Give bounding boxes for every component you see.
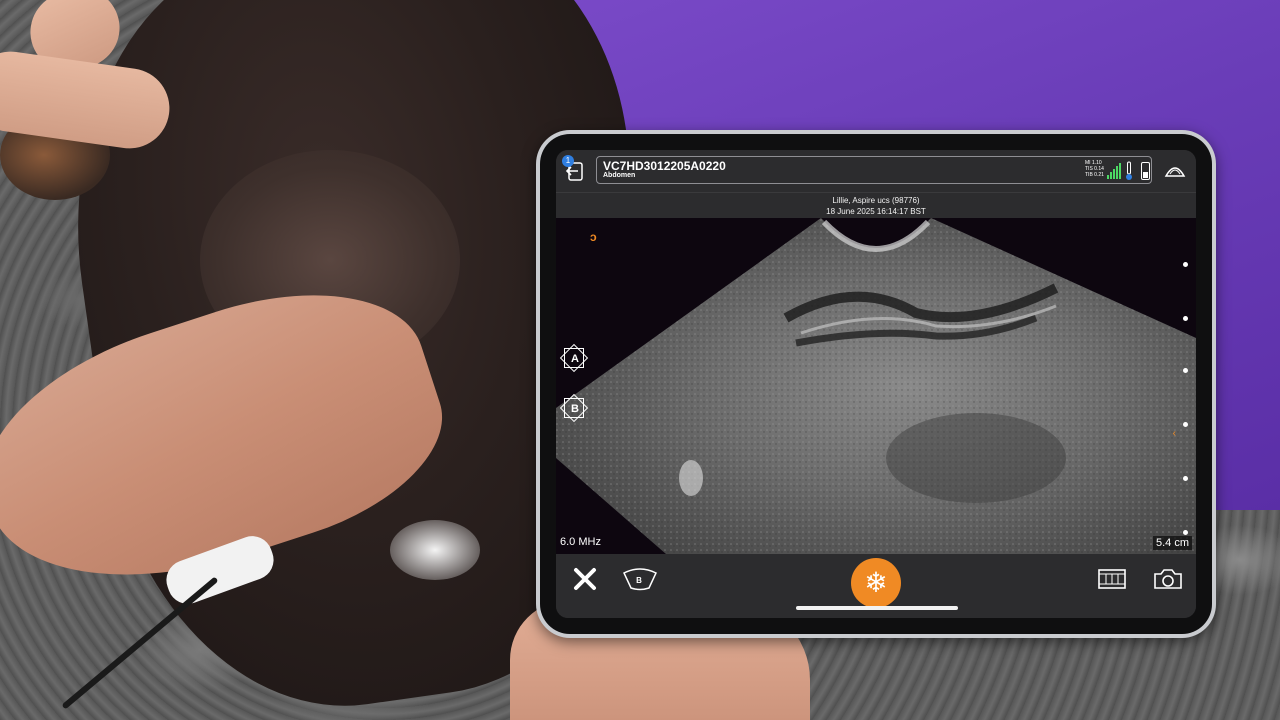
patient-name: Lillie, Aspire ucs (98776) bbox=[832, 196, 920, 205]
signal-bars-icon bbox=[1107, 163, 1121, 179]
home-indicator[interactable] bbox=[796, 606, 958, 610]
exam-title-box[interactable]: VC7HD3012205A0220 Abdomen MI 1.10 TIS 0.… bbox=[596, 156, 1152, 184]
battery-icon bbox=[1141, 162, 1150, 180]
snowflake-icon: ❄ bbox=[864, 567, 888, 598]
side-button-b-label: B bbox=[571, 403, 579, 415]
probe-select-button[interactable] bbox=[1162, 158, 1188, 184]
b-mode-button[interactable]: B bbox=[620, 564, 660, 594]
ultrasound-app-screen: 1 VC7HD3012205A0220 Abdomen MI 1.10 TIS … bbox=[556, 150, 1196, 618]
side-button-a[interactable]: A bbox=[562, 346, 588, 372]
probe-icon bbox=[1164, 167, 1186, 177]
tib-index: TIB 0.21 bbox=[1085, 172, 1104, 178]
bottom-toolbar: B ❄ bbox=[556, 554, 1196, 618]
depth-label: 5.4 cm bbox=[1152, 536, 1192, 550]
frequency-label: 6.0 MHz bbox=[560, 536, 601, 548]
ultrasound-image[interactable]: ↄ A B ‹ 6.0 MHz 5.4 cm bbox=[556, 218, 1196, 554]
depth-scale-dot bbox=[1183, 422, 1188, 427]
b-mode-label: B bbox=[636, 576, 642, 585]
freeze-button[interactable]: ❄ bbox=[851, 558, 901, 608]
thermometer-icon bbox=[1125, 161, 1133, 181]
exam-preset: Abdomen bbox=[603, 172, 636, 179]
depth-scale-dot bbox=[1183, 316, 1188, 321]
notification-badge: 1 bbox=[562, 155, 574, 167]
close-button[interactable] bbox=[570, 564, 600, 594]
ultrasound-sector bbox=[556, 218, 1196, 554]
close-icon bbox=[574, 568, 596, 590]
acoustic-indices: MI 1.10 TIS 0.14 TIB 0.21 bbox=[1085, 160, 1104, 178]
scan-datetime: 18 June 2025 16:14:17 BST bbox=[826, 207, 926, 216]
patient-info-bar: Lillie, Aspire ucs (98776) 18 June 2025 … bbox=[556, 192, 1196, 219]
depth-scale-dot bbox=[1183, 530, 1188, 535]
camera-icon bbox=[1154, 569, 1182, 589]
ultrasound-gel bbox=[390, 520, 480, 580]
depth-scale-dot bbox=[1183, 262, 1188, 267]
depth-scale-dot bbox=[1183, 368, 1188, 373]
depth-scale-dot bbox=[1183, 476, 1188, 481]
device-id: VC7HD3012205A0220 bbox=[603, 159, 726, 173]
app-header: 1 VC7HD3012205A0220 Abdomen MI 1.10 TIS … bbox=[556, 150, 1196, 192]
tablet-device: 1 VC7HD3012205A0220 Abdomen MI 1.10 TIS … bbox=[536, 130, 1216, 638]
side-button-a-label: A bbox=[571, 353, 579, 365]
photo-scene: 1 VC7HD3012205A0220 Abdomen MI 1.10 TIS … bbox=[0, 0, 1280, 720]
film-clip-icon bbox=[1098, 569, 1126, 589]
orientation-marker-icon: ↄ bbox=[590, 230, 597, 244]
save-clip-button[interactable] bbox=[1096, 564, 1128, 594]
focus-marker-icon[interactable]: ‹ bbox=[1173, 428, 1176, 439]
side-button-b[interactable]: B bbox=[562, 396, 588, 422]
capture-image-button[interactable] bbox=[1152, 564, 1184, 594]
